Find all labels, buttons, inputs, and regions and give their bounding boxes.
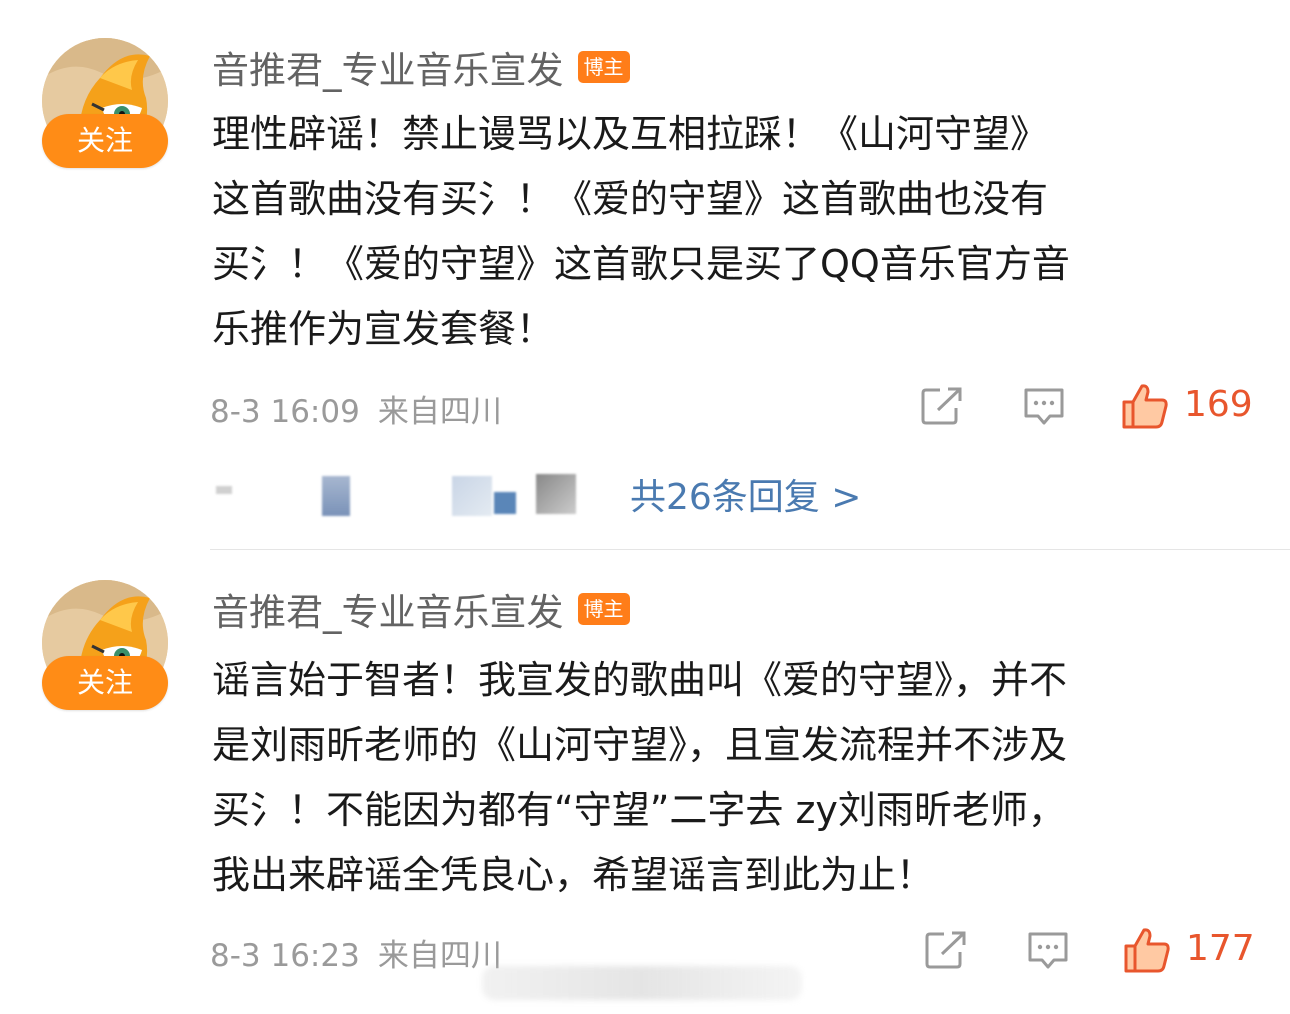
share-icon (921, 387, 962, 425)
comment-item: 关注 音推君_专业音乐宣发 博主 理性辟谣！禁止谩骂以及互相拉踩！《山河守望》 … (0, 0, 1290, 550)
thumbs-up-icon (1124, 928, 1170, 973)
comment-location: 来自四川 (377, 394, 502, 430)
like-count: 177 (1186, 928, 1255, 969)
comment-text-line: 我出来辟谣全凭良心，希望谣言到此为止！ (212, 853, 935, 897)
share-button[interactable] (920, 386, 964, 430)
comment-location: 来自四川 (377, 938, 502, 974)
comment-button[interactable] (1022, 386, 1066, 432)
view-replies-link[interactable]: 共26条回复 > (630, 468, 861, 520)
comment-text-line: 这首歌曲没有买氵！《爱的守望》这首歌曲也没有 (212, 177, 1049, 221)
comment-text-line: 乐推作为宣发套餐！ (212, 307, 555, 351)
replies-row[interactable]: 共26条回复 > (212, 462, 932, 522)
comment-text-line: 是刘雨昕老师的《山河守望》，且宣发流程并不涉及 (212, 723, 1068, 767)
share-button[interactable] (924, 930, 968, 974)
comment-text: 理性辟谣！禁止谩骂以及互相拉踩！《山河守望》 这首歌曲没有买氵！《爱的守望》这首… (212, 102, 1262, 362)
comment-meta: 8-3 16:09 来自四川 (210, 386, 502, 431)
username-row: 音推君_专业音乐宣发 博主 (212, 40, 630, 94)
follow-button[interactable]: 关注 (42, 114, 168, 168)
author-badge: 博主 (577, 51, 630, 83)
comment-text-line: 买氵！《爱的守望》这首歌只是买了QQ音乐官方音 (212, 242, 1070, 286)
like-count: 169 (1184, 384, 1253, 425)
comment-icon (1028, 932, 1068, 969)
like-button[interactable] (1122, 926, 1172, 978)
blurred-avatar (322, 476, 350, 516)
blurred-avatar (452, 476, 492, 516)
username[interactable]: 音推君_专业音乐宣发 (212, 40, 564, 94)
follow-button[interactable]: 关注 (42, 656, 168, 710)
avatar-container: 关注 (40, 580, 170, 710)
username[interactable]: 音推君_专业音乐宣发 (212, 582, 564, 636)
comment-meta: 8-3 16:23 来自四川 (210, 930, 502, 975)
username-row: 音推君_专业音乐宣发 博主 (212, 582, 630, 636)
share-icon (925, 931, 966, 969)
comment-button[interactable] (1026, 930, 1070, 976)
blurred-avatar (216, 486, 232, 494)
comment-item: 关注 音推君_专业音乐宣发 博主 谣言始于智者！我宣发的歌曲叫《爱的守望》，并不… (0, 550, 1290, 1014)
comment-icon (1024, 388, 1064, 425)
blurred-avatar (536, 474, 576, 514)
comment-date: 8-3 16:09 (210, 394, 360, 430)
blurred-avatar (494, 492, 516, 514)
comment-text-line: 买氵！不能因为都有“守望”二字去 zy刘雨昕老师， (212, 788, 1066, 832)
comment-text-line: 谣言始于智者！我宣发的歌曲叫《爱的守望》，并不 (212, 658, 1068, 702)
comment-date: 8-3 16:23 (210, 938, 360, 974)
watermark (482, 966, 802, 1000)
like-button[interactable] (1120, 382, 1170, 434)
avatar-container: 关注 (40, 38, 170, 168)
comment-text-line: 理性辟谣！禁止谩骂以及互相拉踩！《山河守望》 (212, 112, 1049, 156)
thumbs-up-icon (1122, 384, 1168, 429)
author-badge: 博主 (577, 593, 630, 625)
comment-text: 谣言始于智者！我宣发的歌曲叫《爱的守望》，并不 是刘雨昕老师的《山河守望》，且宣… (212, 648, 1262, 908)
